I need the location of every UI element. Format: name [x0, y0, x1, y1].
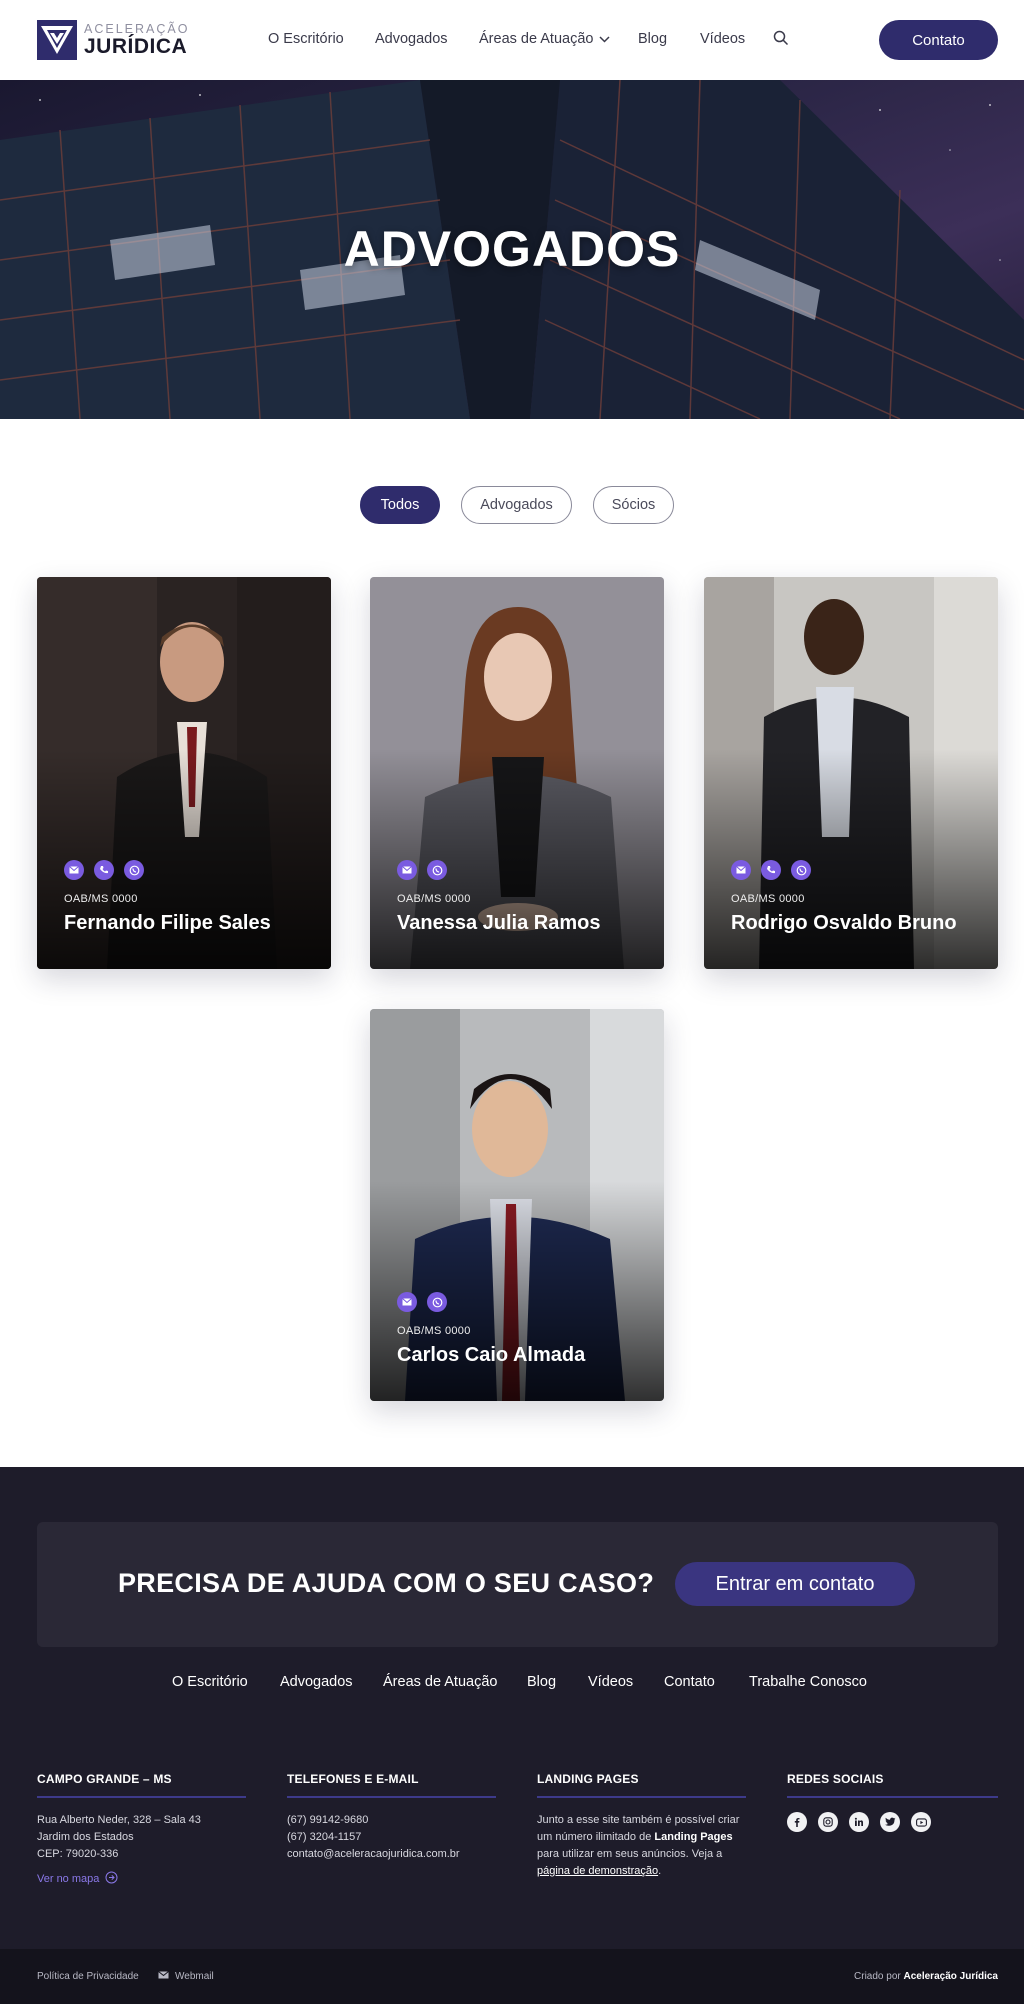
- card-shade: [370, 1181, 664, 1401]
- landing-bold: Landing Pages: [654, 1831, 733, 1843]
- card-shade: [370, 749, 664, 969]
- filter-socios[interactable]: Sócios: [593, 486, 674, 524]
- address-line2: Jardim dos Estados: [37, 1831, 134, 1843]
- arrow-circle-icon: [105, 1871, 118, 1887]
- lawyer-card[interactable]: OAB/MS 0000 Vanessa Julia Ramos: [370, 577, 664, 969]
- card-shade: [704, 749, 998, 969]
- footer-nav-blog[interactable]: Blog: [527, 1674, 556, 1690]
- email-icon[interactable]: [397, 1292, 417, 1312]
- contact-button[interactable]: Contato: [879, 20, 998, 60]
- credit-prefix: Criado por: [854, 1971, 904, 1982]
- page-title: ADVOGADOS: [343, 221, 681, 277]
- footer-col-social: REDES SOCIAIS: [787, 1772, 998, 1832]
- footer-nav-contato[interactable]: Contato: [664, 1674, 715, 1690]
- filter-bar: Todos Advogados Sócios: [0, 486, 1024, 524]
- address-line3: CEP: 79020-336: [37, 1848, 119, 1860]
- credit-text: Criado por Aceleração Jurídica: [854, 1971, 998, 1982]
- email-icon[interactable]: [731, 860, 751, 880]
- youtube-icon[interactable]: [911, 1812, 931, 1832]
- lawyer-name: Fernando Filipe Sales: [64, 912, 271, 934]
- address-line1: Rua Alberto Neder, 328 – Sala 43: [37, 1814, 201, 1826]
- nav-item-blog[interactable]: Blog: [638, 31, 667, 47]
- cta-contact-button[interactable]: Entrar em contato: [675, 1562, 915, 1606]
- nav-item-escritorio[interactable]: O Escritório: [268, 31, 344, 47]
- facebook-icon[interactable]: [787, 1812, 807, 1832]
- main-nav: O Escritório Advogados Áreas de Atuação …: [0, 0, 1024, 80]
- nav-item-advogados[interactable]: Advogados: [375, 31, 448, 47]
- bottom-bar: Política de Privacidade Webmail Criado p…: [0, 1949, 1024, 2004]
- lawyer-card[interactable]: OAB/MS 0000 Rodrigo Osvaldo Bruno: [704, 577, 998, 969]
- filter-todos[interactable]: Todos: [360, 486, 440, 524]
- whatsapp-icon[interactable]: [427, 1292, 447, 1312]
- address-title: CAMPO GRANDE – MS: [37, 1772, 246, 1798]
- landing-text: Junto a esse site também é possível cria…: [537, 1812, 746, 1880]
- contact-icons: [731, 860, 811, 880]
- whatsapp-icon[interactable]: [124, 860, 144, 880]
- envelope-icon: [158, 1971, 169, 1982]
- footer-nav-escritorio[interactable]: O Escritório: [172, 1674, 248, 1690]
- footer-col-contacts: TELEFONES E E-MAIL (67) 99142-9680 (67) …: [287, 1772, 496, 1863]
- contact-icons: [397, 1292, 447, 1312]
- webmail-label: Webmail: [175, 1971, 214, 1982]
- linkedin-icon[interactable]: [849, 1812, 869, 1832]
- footer-col-landing: LANDING PAGES Junto a esse site também é…: [537, 1772, 746, 1880]
- contacts-title: TELEFONES E E-MAIL: [287, 1772, 496, 1798]
- demo-link[interactable]: página de demonstração: [537, 1865, 658, 1877]
- whatsapp-icon[interactable]: [791, 860, 811, 880]
- email-icon[interactable]: [64, 860, 84, 880]
- instagram-icon[interactable]: [818, 1812, 838, 1832]
- oab-number: OAB/MS 0000: [731, 893, 805, 905]
- lawyer-name: Vanessa Julia Ramos: [397, 912, 601, 934]
- phone-1[interactable]: (67) 99142-9680: [287, 1812, 496, 1829]
- nav-item-videos[interactable]: Vídeos: [700, 31, 745, 47]
- map-link[interactable]: Ver no mapa: [37, 1871, 118, 1887]
- phone-icon[interactable]: [94, 860, 114, 880]
- footer-nav-trabalhe[interactable]: Trabalhe Conosco: [749, 1674, 867, 1690]
- landing-text-b: para utilizar em seus anúncios. Veja a: [537, 1848, 723, 1860]
- credit-name[interactable]: Aceleração Jurídica: [904, 1971, 999, 1982]
- address-text: Rua Alberto Neder, 328 – Sala 43 Jardim …: [37, 1812, 246, 1863]
- footer-nav-areas[interactable]: Áreas de Atuação: [383, 1674, 497, 1690]
- site-header: ACELERAÇÃO JURÍDICA O Escritório Advogad…: [0, 0, 1024, 80]
- footer-col-address: CAMPO GRANDE – MS Rua Alberto Neder, 328…: [37, 1772, 246, 1887]
- footer-nav-advogados[interactable]: Advogados: [280, 1674, 353, 1690]
- card-shade: [37, 749, 331, 969]
- site-footer: PRECISA DE AJUDA COM O SEU CASO? Entrar …: [0, 1467, 1024, 1949]
- cta-box: PRECISA DE AJUDA COM O SEU CASO? Entrar …: [37, 1522, 998, 1647]
- contact-icons: [64, 860, 144, 880]
- twitter-icon[interactable]: [880, 1812, 900, 1832]
- oab-number: OAB/MS 0000: [397, 893, 471, 905]
- social-title: REDES SOCIAIS: [787, 1772, 998, 1798]
- email-address[interactable]: contato@aceleracaojuridica.com.br: [287, 1846, 496, 1863]
- contact-icons: [397, 860, 447, 880]
- webmail-link[interactable]: Webmail: [158, 1971, 214, 1982]
- landing-text-c: .: [658, 1865, 662, 1877]
- oab-number: OAB/MS 0000: [397, 1325, 471, 1337]
- privacy-link[interactable]: Política de Privacidade: [37, 1971, 139, 1982]
- hero-banner: ADVOGADOS: [0, 80, 1024, 419]
- landing-title: LANDING PAGES: [537, 1772, 746, 1798]
- lawyer-card[interactable]: OAB/MS 0000 Carlos Caio Almada: [370, 1009, 664, 1401]
- filter-advogados[interactable]: Advogados: [461, 486, 572, 524]
- oab-number: OAB/MS 0000: [64, 893, 138, 905]
- contacts-text: (67) 99142-9680 (67) 3204-1157 contato@a…: [287, 1812, 496, 1863]
- cta-title: PRECISA DE AJUDA COM O SEU CASO?: [118, 1568, 655, 1598]
- chevron-down-icon: [599, 31, 611, 47]
- footer-nav-videos[interactable]: Vídeos: [588, 1674, 633, 1690]
- whatsapp-icon[interactable]: [427, 860, 447, 880]
- email-icon[interactable]: [397, 860, 417, 880]
- lawyer-name: Carlos Caio Almada: [397, 1344, 586, 1366]
- nav-item-areas-label: Áreas de Atuação: [479, 31, 594, 47]
- phone-icon[interactable]: [761, 860, 781, 880]
- search-icon[interactable]: [773, 30, 789, 51]
- nav-item-areas[interactable]: Áreas de Atuação: [479, 31, 611, 47]
- phone-2[interactable]: (67) 3204-1157: [287, 1829, 496, 1846]
- lawyer-card[interactable]: OAB/MS 0000 Fernando Filipe Sales: [37, 577, 331, 969]
- social-icons: [787, 1812, 998, 1832]
- lawyer-name: Rodrigo Osvaldo Bruno: [731, 912, 957, 934]
- map-link-label: Ver no mapa: [37, 1873, 100, 1885]
